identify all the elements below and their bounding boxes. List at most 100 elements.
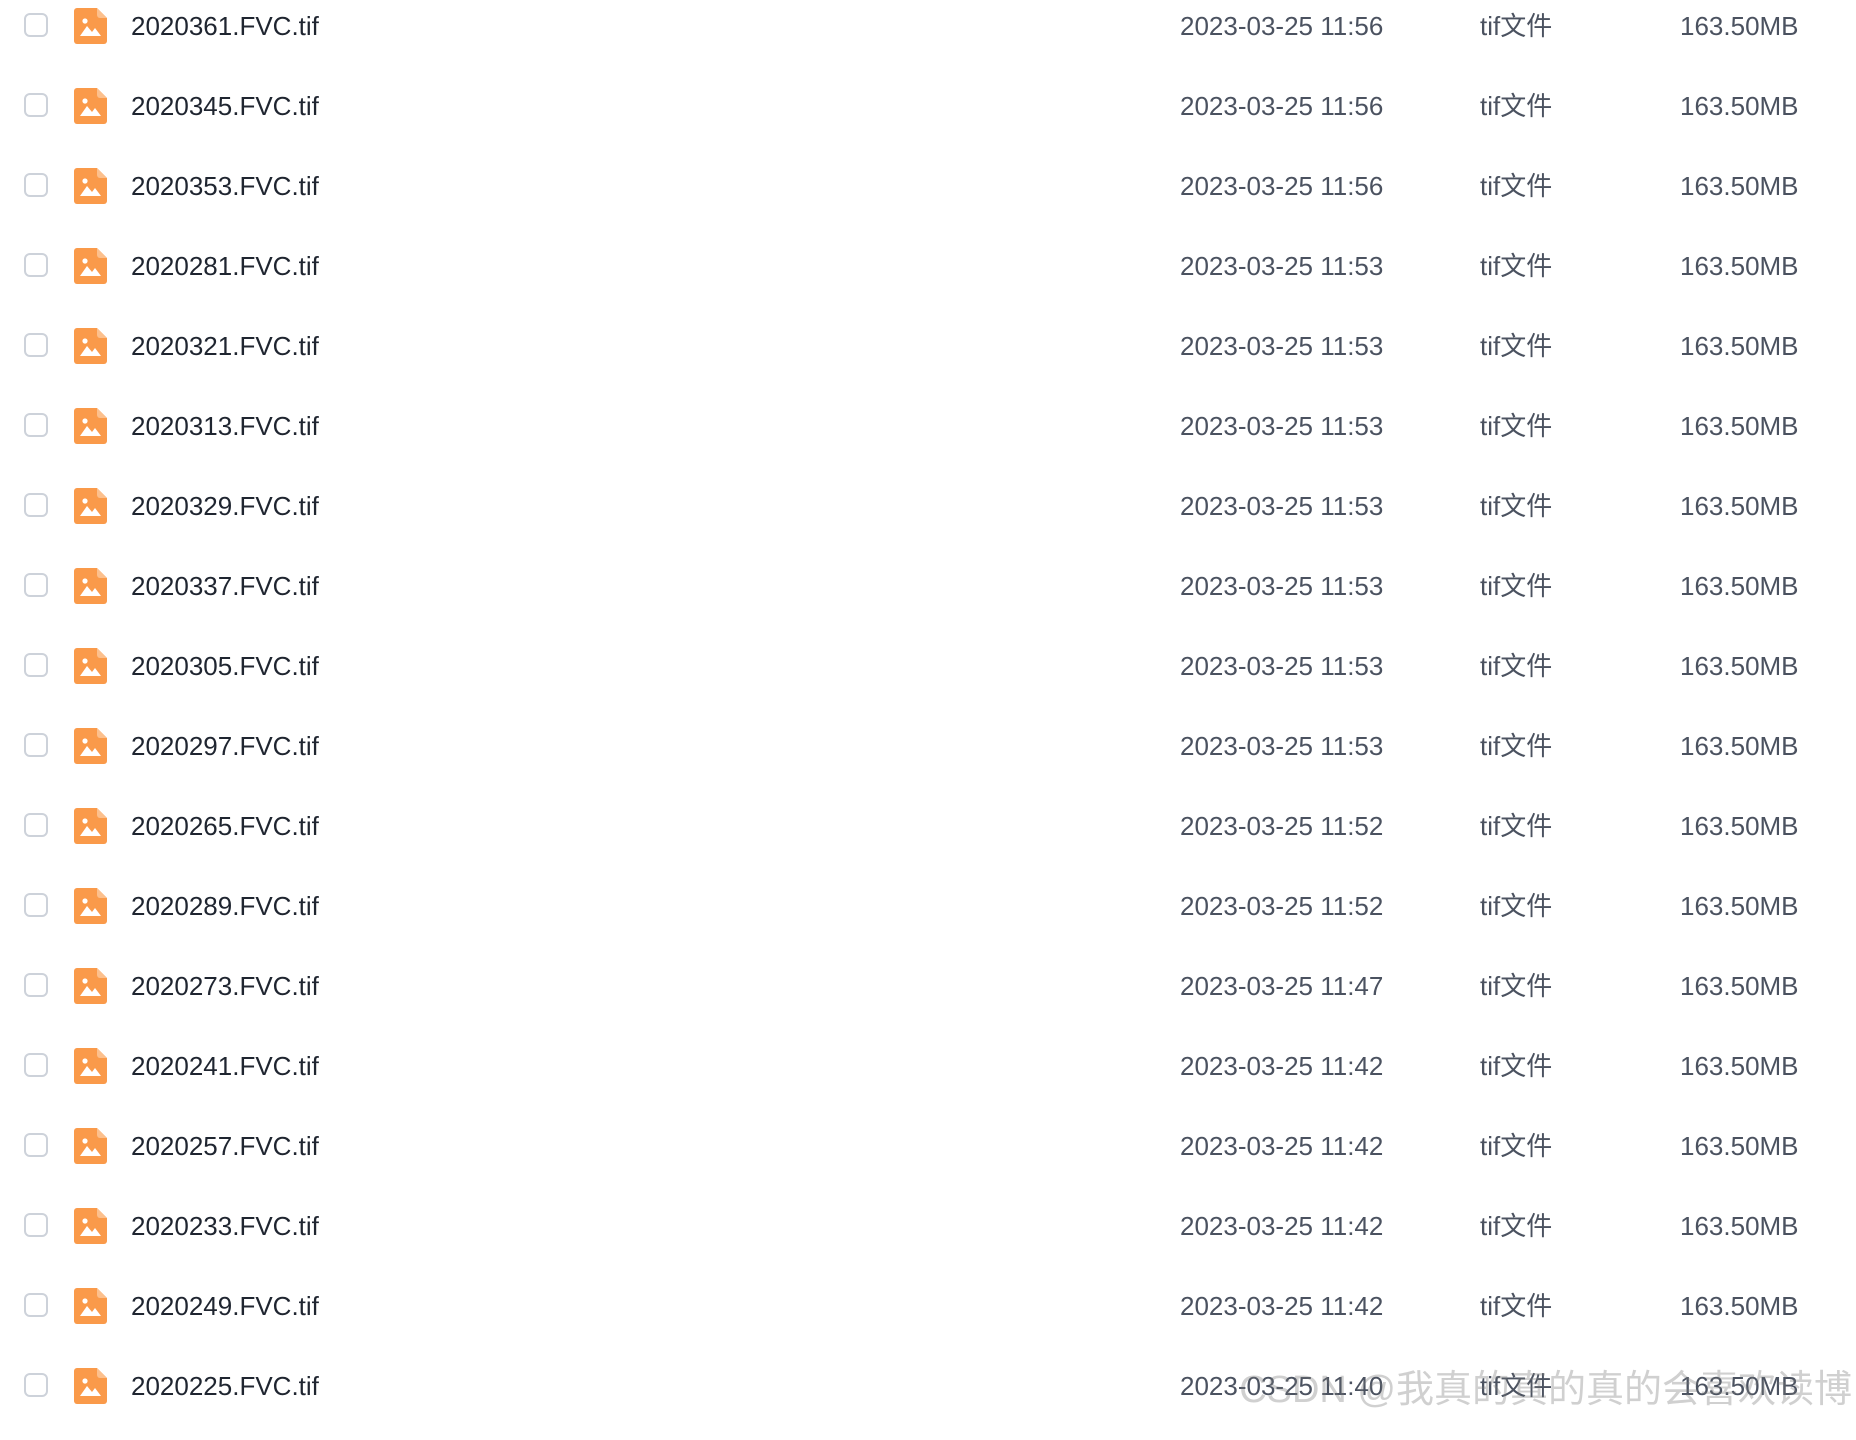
- row-checkbox[interactable]: [24, 1133, 48, 1157]
- image-file-icon: [74, 1368, 107, 1404]
- file-row[interactable]: 2020225.FVC.tif 2023-03-25 11:40 tif文件 1…: [0, 1360, 1856, 1440]
- file-name[interactable]: 2020273.FVC.tif: [131, 970, 319, 1002]
- file-type: tif文件: [1480, 491, 1553, 521]
- file-size: 163.50MB: [1680, 571, 1799, 601]
- file-modified-time: 2023-03-25 11:40: [1180, 1371, 1384, 1401]
- file-type: tif文件: [1480, 171, 1553, 201]
- file-name[interactable]: 2020233.FVC.tif: [131, 1210, 319, 1242]
- file-name[interactable]: 2020313.FVC.tif: [131, 410, 319, 442]
- file-type: tif文件: [1480, 891, 1553, 921]
- row-checkbox[interactable]: [24, 893, 48, 917]
- image-file-icon: [74, 648, 107, 684]
- file-name[interactable]: 2020297.FVC.tif: [131, 730, 319, 762]
- file-row[interactable]: 2020313.FVC.tif 2023-03-25 11:53 tif文件 1…: [0, 400, 1856, 480]
- file-type: tif文件: [1480, 11, 1553, 41]
- file-name[interactable]: 2020257.FVC.tif: [131, 1130, 319, 1162]
- file-row[interactable]: 2020337.FVC.tif 2023-03-25 11:53 tif文件 1…: [0, 560, 1856, 640]
- row-checkbox[interactable]: [24, 1213, 48, 1237]
- file-modified-time: 2023-03-25 11:52: [1180, 891, 1384, 921]
- file-size: 163.50MB: [1680, 411, 1799, 441]
- file-size: 163.50MB: [1680, 1291, 1799, 1321]
- file-type: tif文件: [1480, 731, 1553, 761]
- file-row[interactable]: 2020361.FVC.tif 2023-03-25 11:56 tif文件 1…: [0, 0, 1856, 80]
- file-name[interactable]: 2020345.FVC.tif: [131, 90, 319, 122]
- file-name[interactable]: 2020265.FVC.tif: [131, 810, 319, 842]
- file-name[interactable]: 2020249.FVC.tif: [131, 1290, 319, 1322]
- file-type: tif文件: [1480, 1211, 1553, 1241]
- file-row[interactable]: 2020353.FVC.tif 2023-03-25 11:56 tif文件 1…: [0, 160, 1856, 240]
- row-checkbox[interactable]: [24, 813, 48, 837]
- image-file-icon: [74, 888, 107, 924]
- file-size: 163.50MB: [1680, 91, 1799, 121]
- image-file-icon: [74, 568, 107, 604]
- file-name[interactable]: 2020281.FVC.tif: [131, 250, 319, 282]
- file-row[interactable]: 2020329.FVC.tif 2023-03-25 11:53 tif文件 1…: [0, 480, 1856, 560]
- row-checkbox[interactable]: [24, 573, 48, 597]
- file-row[interactable]: 2020241.FVC.tif 2023-03-25 11:42 tif文件 1…: [0, 1040, 1856, 1120]
- image-file-icon: [74, 1288, 107, 1324]
- row-checkbox[interactable]: [24, 333, 48, 357]
- file-modified-time: 2023-03-25 11:56: [1180, 11, 1384, 41]
- row-checkbox[interactable]: [24, 13, 48, 37]
- file-modified-time: 2023-03-25 11:56: [1180, 91, 1384, 121]
- file-name[interactable]: 2020337.FVC.tif: [131, 570, 319, 602]
- file-modified-time: 2023-03-25 11:53: [1180, 491, 1384, 521]
- file-size: 163.50MB: [1680, 1131, 1799, 1161]
- row-checkbox[interactable]: [24, 93, 48, 117]
- image-file-icon: [74, 1208, 107, 1244]
- file-modified-time: 2023-03-25 11:56: [1180, 171, 1384, 201]
- file-name[interactable]: 2020361.FVC.tif: [131, 10, 319, 42]
- image-file-icon: [74, 1128, 107, 1164]
- file-type: tif文件: [1480, 251, 1553, 281]
- row-checkbox[interactable]: [24, 413, 48, 437]
- file-size: 163.50MB: [1680, 251, 1799, 281]
- file-size: 163.50MB: [1680, 491, 1799, 521]
- file-size: 163.50MB: [1680, 811, 1799, 841]
- file-size: 163.50MB: [1680, 1371, 1799, 1401]
- file-row[interactable]: 2020257.FVC.tif 2023-03-25 11:42 tif文件 1…: [0, 1120, 1856, 1200]
- image-file-icon: [74, 168, 107, 204]
- file-name[interactable]: 2020305.FVC.tif: [131, 650, 319, 682]
- file-row[interactable]: 2020297.FVC.tif 2023-03-25 11:53 tif文件 1…: [0, 720, 1856, 800]
- file-name[interactable]: 2020321.FVC.tif: [131, 330, 319, 362]
- row-checkbox[interactable]: [24, 973, 48, 997]
- file-row[interactable]: 2020233.FVC.tif 2023-03-25 11:42 tif文件 1…: [0, 1200, 1856, 1280]
- file-name[interactable]: 2020241.FVC.tif: [131, 1050, 319, 1082]
- file-row[interactable]: 2020281.FVC.tif 2023-03-25 11:53 tif文件 1…: [0, 240, 1856, 320]
- file-list: 2020361.FVC.tif 2023-03-25 11:56 tif文件 1…: [0, 0, 1856, 1440]
- row-checkbox[interactable]: [24, 653, 48, 677]
- file-row[interactable]: 2020305.FVC.tif 2023-03-25 11:53 tif文件 1…: [0, 640, 1856, 720]
- image-file-icon: [74, 88, 107, 124]
- file-name[interactable]: 2020289.FVC.tif: [131, 890, 319, 922]
- file-row[interactable]: 2020273.FVC.tif 2023-03-25 11:47 tif文件 1…: [0, 960, 1856, 1040]
- file-type: tif文件: [1480, 811, 1553, 841]
- file-row[interactable]: 2020249.FVC.tif 2023-03-25 11:42 tif文件 1…: [0, 1280, 1856, 1360]
- file-name[interactable]: 2020329.FVC.tif: [131, 490, 319, 522]
- file-modified-time: 2023-03-25 11:42: [1180, 1211, 1384, 1241]
- file-name[interactable]: 2020225.FVC.tif: [131, 1370, 319, 1402]
- row-checkbox[interactable]: [24, 493, 48, 517]
- image-file-icon: [74, 968, 107, 1004]
- row-checkbox[interactable]: [24, 733, 48, 757]
- file-size: 163.50MB: [1680, 1211, 1799, 1241]
- file-size: 163.50MB: [1680, 891, 1799, 921]
- file-modified-time: 2023-03-25 11:53: [1180, 411, 1384, 441]
- file-modified-time: 2023-03-25 11:52: [1180, 811, 1384, 841]
- row-checkbox[interactable]: [24, 173, 48, 197]
- row-checkbox[interactable]: [24, 253, 48, 277]
- file-row[interactable]: 2020289.FVC.tif 2023-03-25 11:52 tif文件 1…: [0, 880, 1856, 960]
- image-file-icon: [74, 808, 107, 844]
- file-modified-time: 2023-03-25 11:42: [1180, 1051, 1384, 1081]
- row-checkbox[interactable]: [24, 1293, 48, 1317]
- file-type: tif文件: [1480, 571, 1553, 601]
- file-row[interactable]: 2020321.FVC.tif 2023-03-25 11:53 tif文件 1…: [0, 320, 1856, 400]
- file-type: tif文件: [1480, 1291, 1553, 1321]
- file-row[interactable]: 2020345.FVC.tif 2023-03-25 11:56 tif文件 1…: [0, 80, 1856, 160]
- file-name[interactable]: 2020353.FVC.tif: [131, 170, 319, 202]
- file-modified-time: 2023-03-25 11:53: [1180, 331, 1384, 361]
- image-file-icon: [74, 408, 107, 444]
- row-checkbox[interactable]: [24, 1053, 48, 1077]
- file-row[interactable]: 2020265.FVC.tif 2023-03-25 11:52 tif文件 1…: [0, 800, 1856, 880]
- row-checkbox[interactable]: [24, 1373, 48, 1397]
- file-type: tif文件: [1480, 971, 1553, 1001]
